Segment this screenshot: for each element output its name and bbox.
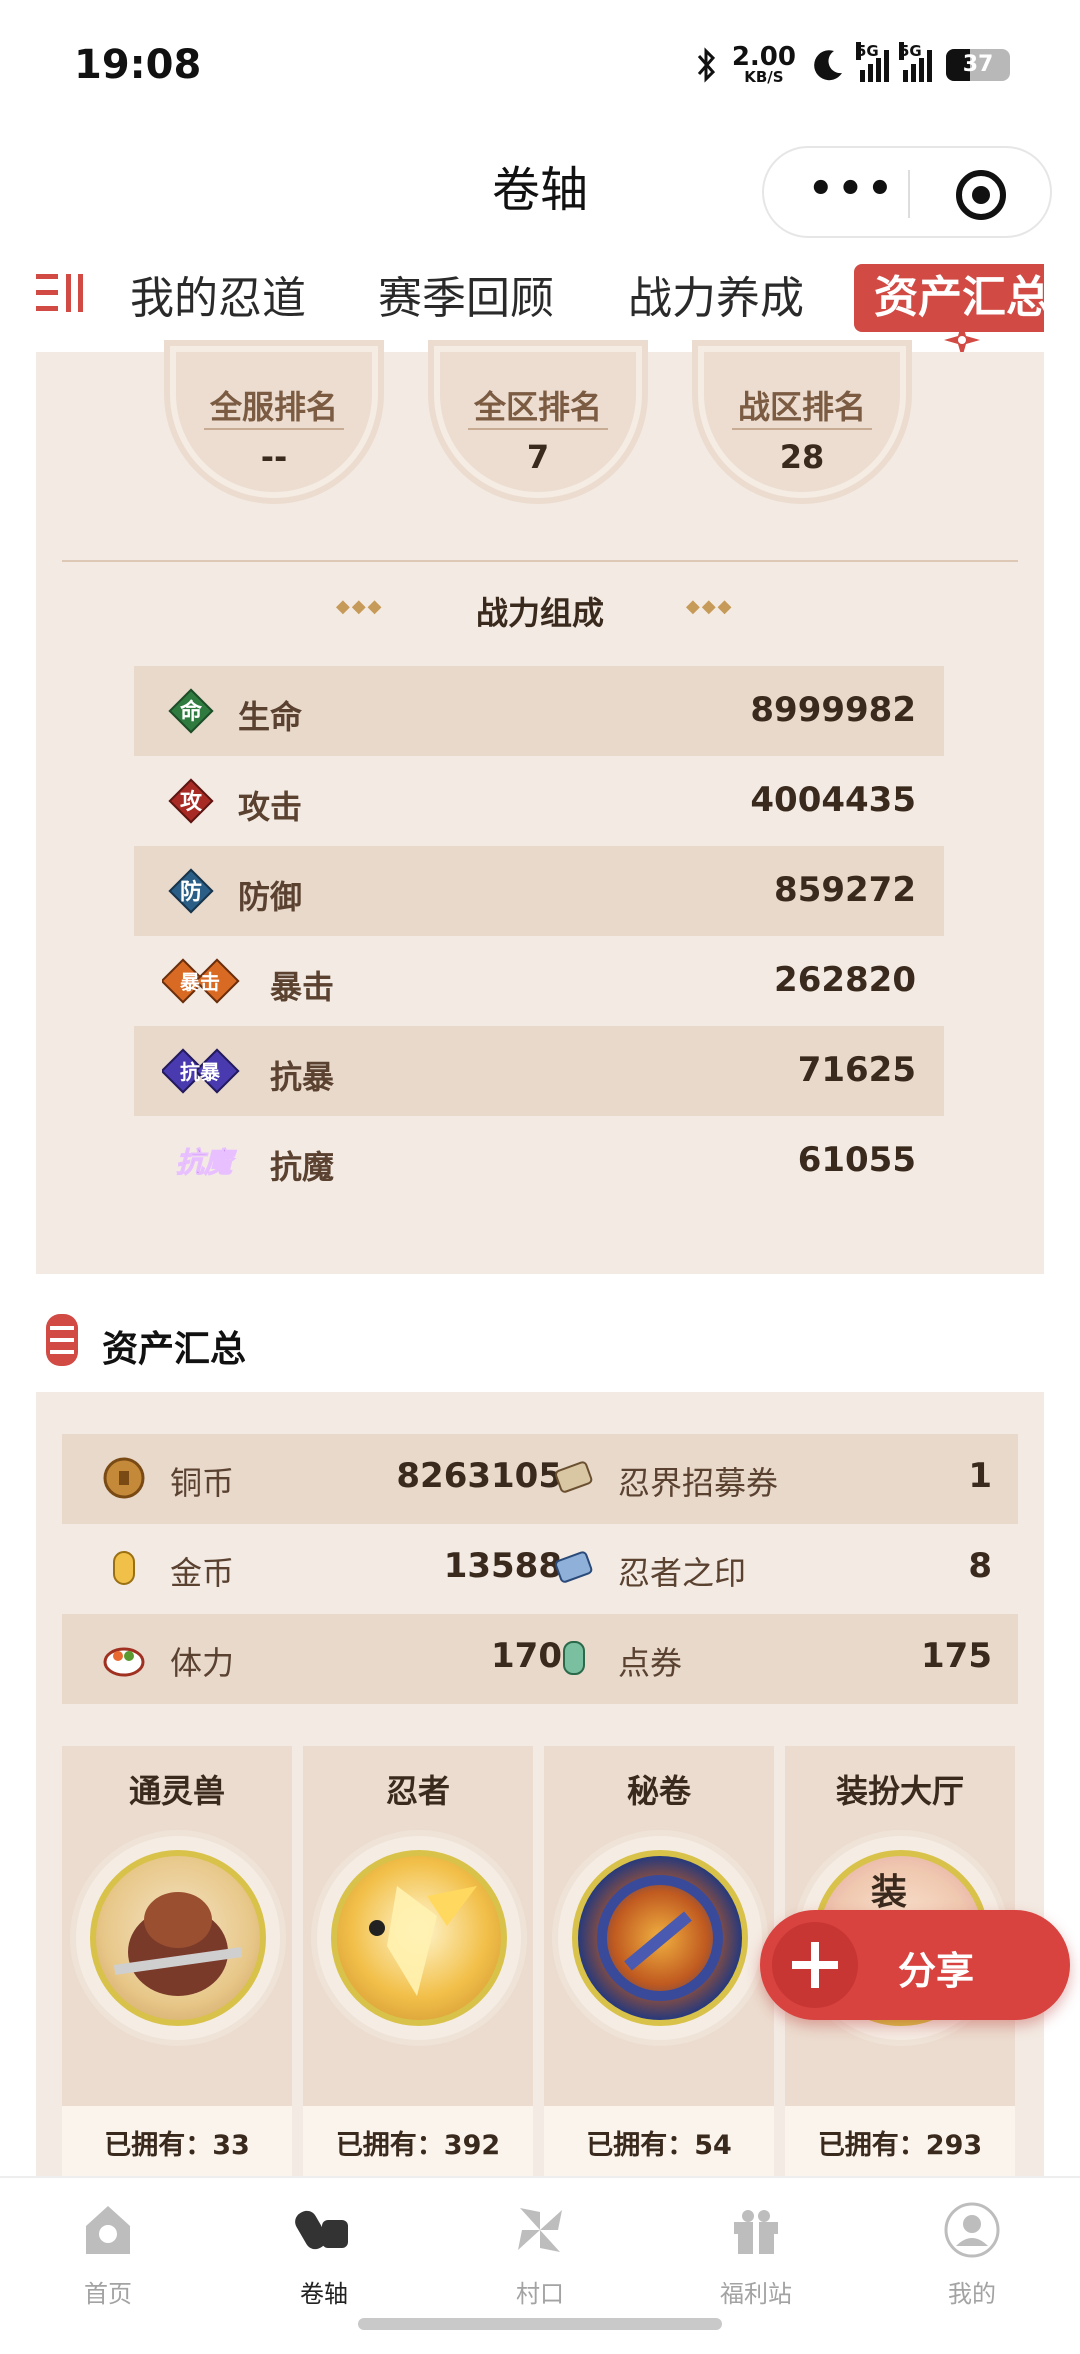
assets-title: 资产汇总 bbox=[102, 1329, 247, 1370]
attack-icon: 攻 bbox=[168, 778, 214, 824]
more-button[interactable]: ••• bbox=[808, 169, 897, 209]
nav-village[interactable]: 村口 bbox=[460, 2200, 620, 2309]
bluetooth-icon bbox=[697, 46, 715, 83]
owned-count: 已拥有：293 bbox=[785, 2106, 1015, 2186]
tab-season-review[interactable]: 赛季回顾 bbox=[378, 264, 554, 334]
share-button[interactable]: 分享 bbox=[760, 1910, 1070, 2020]
signal-icon-sim1: 5G bbox=[856, 41, 889, 82]
tab-bar: 我的忍道 赛季回顾 战力养成 资产汇总 bbox=[0, 254, 1080, 358]
nav-scroll[interactable]: 卷轴 bbox=[244, 2200, 404, 2309]
anti-magic-icon: 抗魔 bbox=[175, 1146, 237, 1180]
voucher-icon bbox=[563, 1641, 585, 1675]
svg-text:暴击: 暴击 bbox=[180, 970, 220, 994]
tab-menu-icon[interactable] bbox=[36, 268, 88, 318]
svg-text:抗暴: 抗暴 bbox=[180, 1060, 221, 1084]
summon-beast-portrait bbox=[76, 1836, 280, 2040]
scroll-icon bbox=[46, 1314, 78, 1366]
card-summon-beast[interactable]: 通灵兽 已拥有：33 bbox=[62, 1746, 292, 2186]
ninja-seal-icon bbox=[554, 1551, 593, 1583]
home-icon bbox=[86, 2206, 130, 2254]
status-icons: 2.00 KB/S 5G 5G 37 bbox=[696, 41, 1010, 86]
nav-home[interactable]: 首页 bbox=[28, 2200, 188, 2309]
home-indicator[interactable] bbox=[358, 2318, 722, 2330]
svg-text:攻: 攻 bbox=[180, 789, 203, 815]
scroll-nav-icon bbox=[295, 2210, 348, 2250]
assets-header: 资产汇总 bbox=[36, 1310, 636, 1374]
nav-profile[interactable]: 我的 bbox=[892, 2200, 1052, 2309]
stat-row-anti-crit: 抗暴 抗暴 71625 bbox=[134, 1026, 944, 1116]
network-speed: 2.00 KB/S bbox=[731, 42, 796, 86]
defense-icon: 防 bbox=[168, 868, 214, 914]
gift-icon bbox=[734, 2210, 778, 2254]
ninja-portrait bbox=[317, 1836, 521, 2040]
power-composition-title: 战力组成 bbox=[475, 594, 604, 632]
svg-text:抗魔: 抗魔 bbox=[176, 1146, 237, 1179]
miniprogram-capsule: ••• bbox=[762, 146, 1052, 238]
asset-row: 体力 170 点券 175 bbox=[62, 1614, 1018, 1704]
stat-row-hp: 命 生命 8999982 bbox=[134, 666, 944, 756]
moon-icon bbox=[814, 49, 842, 80]
nav-welfare[interactable]: 福利站 bbox=[676, 2200, 836, 2309]
owned-count: 已拥有：392 bbox=[303, 2106, 533, 2186]
status-time: 19:08 bbox=[74, 42, 202, 88]
title-bar: 卷轴 ••• bbox=[0, 130, 1080, 250]
rank-server: 全服排名 -- bbox=[176, 352, 372, 492]
ornament-right: ◆◆◆ bbox=[686, 596, 734, 617]
battery-icon: 37 bbox=[946, 48, 1010, 81]
ranking-power-panel: 全服排名 -- 全区排名 7 战区排名 28 ◆◆◆ 战力组成 ◆◆◆ 命 生命… bbox=[36, 352, 1044, 1274]
hp-icon: 命 bbox=[168, 688, 214, 734]
capsule-divider bbox=[908, 170, 910, 218]
tab-power-growth[interactable]: 战力养成 bbox=[628, 264, 804, 334]
svg-text:命: 命 bbox=[180, 699, 203, 725]
rank-warzone: 战区排名 28 bbox=[704, 352, 900, 492]
svg-text:防: 防 bbox=[180, 880, 202, 905]
svg-text:装: 装 bbox=[871, 1872, 907, 1913]
stamina-icon bbox=[103, 1647, 145, 1677]
anti-crit-icon: 抗暴 bbox=[162, 1048, 240, 1094]
card-secret-scroll[interactable]: 秘卷 已拥有：54 bbox=[544, 1746, 774, 2186]
recruit-ticket-icon bbox=[554, 1461, 593, 1493]
copper-coin-icon bbox=[103, 1457, 145, 1499]
stat-row-defense: 防 防御 859272 bbox=[134, 846, 944, 936]
crit-icon: 暴击 bbox=[162, 958, 240, 1004]
owned-count: 已拥有：33 bbox=[62, 2106, 292, 2186]
owned-count: 已拥有：54 bbox=[544, 2106, 774, 2186]
section-divider bbox=[62, 560, 1018, 562]
asset-row: 金币 13588 忍者之印 8 bbox=[62, 1524, 1018, 1614]
close-target-icon[interactable] bbox=[956, 170, 1006, 220]
secret-scroll-portrait bbox=[558, 1836, 762, 2040]
rank-zone: 全区排名 7 bbox=[440, 352, 636, 492]
card-ninja[interactable]: 忍者 已拥有：392 bbox=[303, 1746, 533, 2186]
gold-coin-icon bbox=[113, 1551, 135, 1585]
stat-row-attack: 攻 攻击 4004435 bbox=[134, 756, 944, 846]
tab-my-ninja-way[interactable]: 我的忍道 bbox=[130, 264, 306, 334]
user-icon bbox=[944, 2202, 1000, 2258]
pinwheel-icon bbox=[518, 2208, 562, 2252]
status-bar: 19:08 2.00 KB/S 5G 5G 37 bbox=[0, 0, 1080, 130]
stat-row-crit: 暴击 暴击 262820 bbox=[134, 936, 944, 1026]
stat-row-anti-magic: 抗魔 抗魔 61055 bbox=[134, 1116, 944, 1206]
plus-icon bbox=[772, 1922, 858, 2008]
signal-icon-sim2: 5G bbox=[899, 41, 932, 82]
asset-row: 铜币 8263105 忍界招募券 1 bbox=[62, 1434, 1018, 1524]
